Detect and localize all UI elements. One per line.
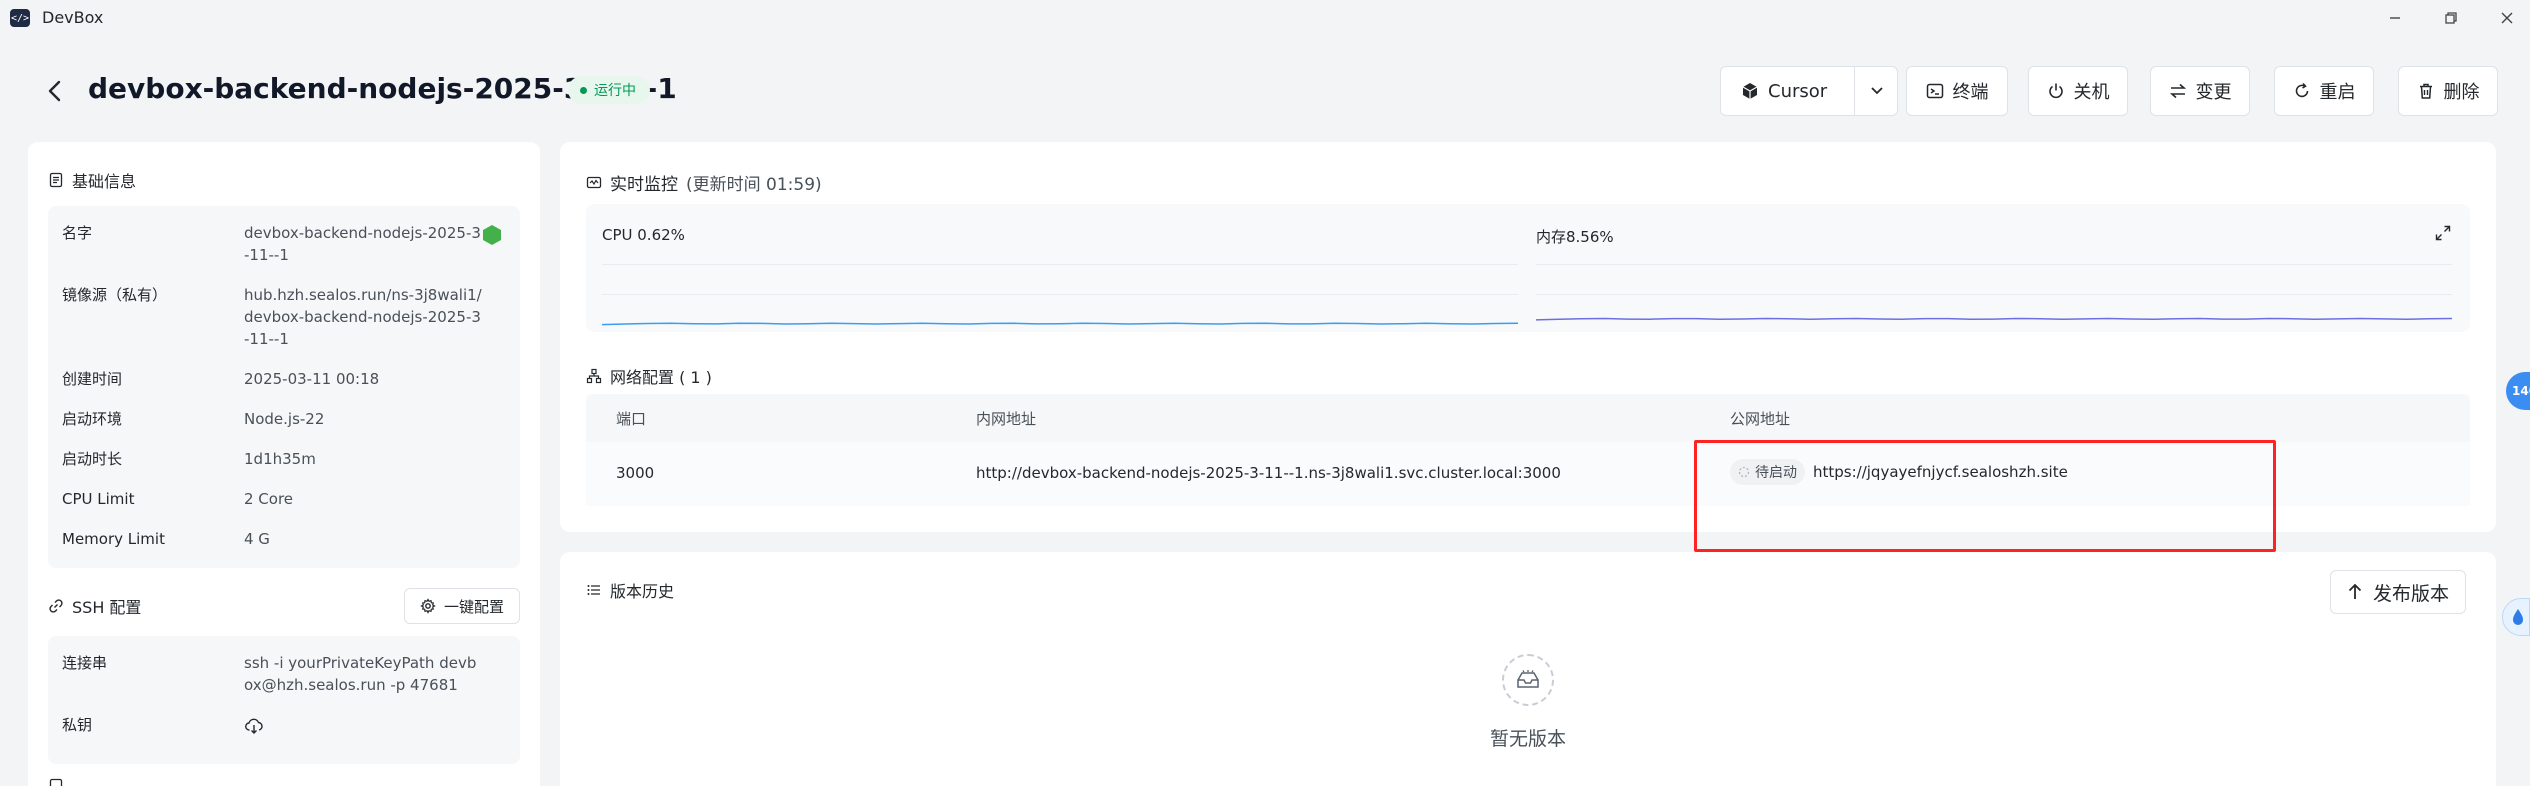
info-key: 启动时长	[62, 450, 123, 468]
info-value: 2 Core	[244, 490, 294, 508]
counter-badge-value: 140	[2512, 384, 2530, 398]
monitor-title: 实时监控	[610, 175, 678, 195]
info-value: devbox-backend-nodejs-2025-3-11--1	[244, 224, 481, 264]
info-key: CPU Limit	[62, 490, 135, 508]
delete-label: 删除	[2443, 82, 2480, 103]
info-key: 名字	[62, 224, 93, 242]
highlight-box	[1694, 440, 2276, 552]
column-header-public: 公网地址	[1730, 410, 1791, 428]
cube-icon	[1742, 83, 1758, 99]
shutdown-label: 关机	[2073, 82, 2110, 103]
app-logo-icon: </>	[10, 9, 30, 27]
ssh-connection-string[interactable]: ssh -i yourPrivateKeyPath devbox@hzh.sea…	[244, 652, 484, 696]
ssh-info-box: 连接串 ssh -i yourPrivateKeyPath devbox@hzh…	[48, 636, 520, 764]
info-key: 启动环境	[62, 410, 123, 428]
change-label: 变更	[2195, 82, 2232, 103]
basic-info-header: 基础信息	[48, 168, 136, 192]
info-key: Memory Limit	[62, 530, 165, 548]
monitor-header: 实时监控 (更新时间 01:59)	[586, 170, 822, 195]
document-icon	[49, 172, 63, 188]
cpu-gridline	[602, 264, 1518, 265]
cpu-usage-label: CPU 0.62%	[602, 226, 685, 244]
one-click-config-label: 一键配置	[443, 597, 504, 616]
cursor-dropdown-chevron-down-icon[interactable]	[1856, 66, 1898, 116]
memory-usage-label: 内存8.56%	[1536, 228, 1614, 246]
info-key: 创建时间	[62, 370, 123, 388]
restart-icon	[2295, 82, 2308, 98]
network-table-header: 端口 内网地址 公网地址	[586, 394, 2470, 442]
cursor-ide-label: Cursor	[1768, 80, 1828, 102]
expand-icon[interactable]	[2434, 224, 2454, 244]
info-value: 1d1h35m	[244, 450, 316, 468]
gear-icon	[420, 598, 436, 614]
terminal-label: 终端	[1952, 82, 1989, 103]
network-header: 网络配置 ( 1 )	[586, 364, 712, 388]
left-info-panel: 基础信息 名字 devbox-backend-nodejs-2025-3-11-…	[28, 142, 540, 786]
restart-label: 重启	[2319, 82, 2356, 103]
info-value: 4 G	[244, 530, 270, 548]
change-button[interactable]: 变更	[2150, 66, 2250, 116]
next-section-header-cutoff	[48, 778, 64, 786]
document-icon	[49, 778, 63, 786]
cpu-sparkline	[602, 322, 1518, 326]
minimize-icon[interactable]	[2380, 4, 2410, 32]
empty-inbox-icon	[1502, 654, 1554, 706]
floating-droplet-icon[interactable]	[2502, 598, 2530, 636]
info-value: Node.js-22	[244, 410, 325, 428]
version-history-title: 版本历史	[610, 582, 675, 601]
basic-info-title: 基础信息	[72, 172, 137, 191]
cloud-download-icon[interactable]	[244, 716, 264, 736]
info-key: 镜像源（私有）	[62, 286, 168, 304]
memory-series-line	[1536, 317, 2452, 321]
internal-address-cell[interactable]: http://devbox-backend-nodejs-2025-3-11--…	[976, 464, 1561, 482]
memory-gridline	[1536, 264, 2452, 265]
basic-info-box: 名字 devbox-backend-nodejs-2025-3-11--1 镜像…	[48, 206, 520, 568]
monitor-update-time: (更新时间 01:59)	[686, 175, 822, 195]
column-header-port: 端口	[616, 410, 647, 428]
port-cell: 3000	[616, 464, 655, 482]
memory-sparkline	[1536, 317, 2452, 321]
power-icon	[2048, 83, 2063, 99]
publish-version-button[interactable]: 发布版本	[2330, 570, 2466, 614]
cpu-series-line	[602, 322, 1518, 326]
monitor-icon	[586, 176, 602, 188]
empty-versions-text: 暂无版本	[1489, 728, 1566, 750]
network-icon	[586, 368, 602, 384]
terminal-button[interactable]: 终端	[1906, 66, 2008, 116]
version-history-header: 版本历史	[586, 578, 674, 602]
restore-icon[interactable]	[2436, 4, 2466, 32]
publish-version-label: 发布版本	[2372, 582, 2449, 605]
restart-button[interactable]: 重启	[2274, 66, 2374, 116]
swap-arrows-icon	[2169, 83, 2186, 99]
cursor-split-divider	[1854, 66, 1855, 116]
info-value: hub.hzh.sealos.run/ns-3j8wali1/devbox-ba…	[244, 286, 482, 348]
one-click-config-button[interactable]: 一键配置	[404, 588, 520, 624]
monitor-chart-box: CPU 0.62% 内存8.56%	[586, 204, 2470, 332]
status-label: 运行中	[594, 83, 636, 99]
title-bar: </> DevBox	[0, 0, 2530, 36]
info-value: 2025-03-11 00:18	[244, 370, 380, 388]
close-icon[interactable]	[2492, 4, 2522, 32]
network-title: 网络配置 ( 1 )	[610, 368, 712, 387]
ssh-config-header: SSH 配置	[48, 594, 141, 618]
nodejs-hexagon-icon	[482, 224, 502, 246]
link-icon	[49, 599, 63, 613]
ssh-key: 连接串	[62, 654, 108, 672]
ssh-config-title: SSH 配置	[72, 598, 142, 617]
app-name: DevBox	[42, 8, 104, 27]
terminal-icon	[1926, 83, 1943, 99]
arrow-up-icon	[2348, 583, 2362, 599]
status-badge: 运行中	[568, 76, 650, 104]
column-header-internal: 内网地址	[976, 410, 1037, 428]
shutdown-button[interactable]: 关机	[2028, 66, 2128, 116]
floating-counter-badge[interactable]: 140	[2506, 372, 2530, 410]
list-icon	[587, 585, 600, 595]
back-icon[interactable]	[40, 76, 70, 106]
ssh-key: 私钥	[62, 716, 93, 734]
status-dot-icon	[580, 86, 587, 94]
delete-button[interactable]: 删除	[2398, 66, 2498, 116]
trash-icon	[2419, 83, 2432, 99]
